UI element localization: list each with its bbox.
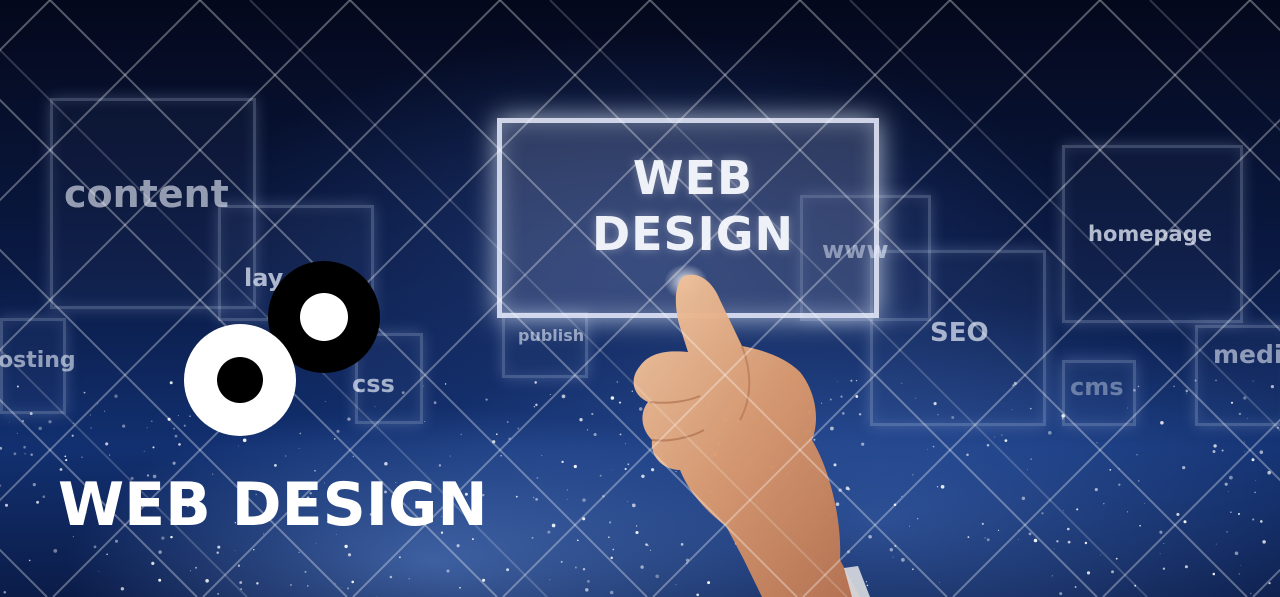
web-design-banner: content lay css osting publish www SEO c… <box>0 0 1280 597</box>
web-design-caption: WEB DESIGN <box>58 470 488 540</box>
